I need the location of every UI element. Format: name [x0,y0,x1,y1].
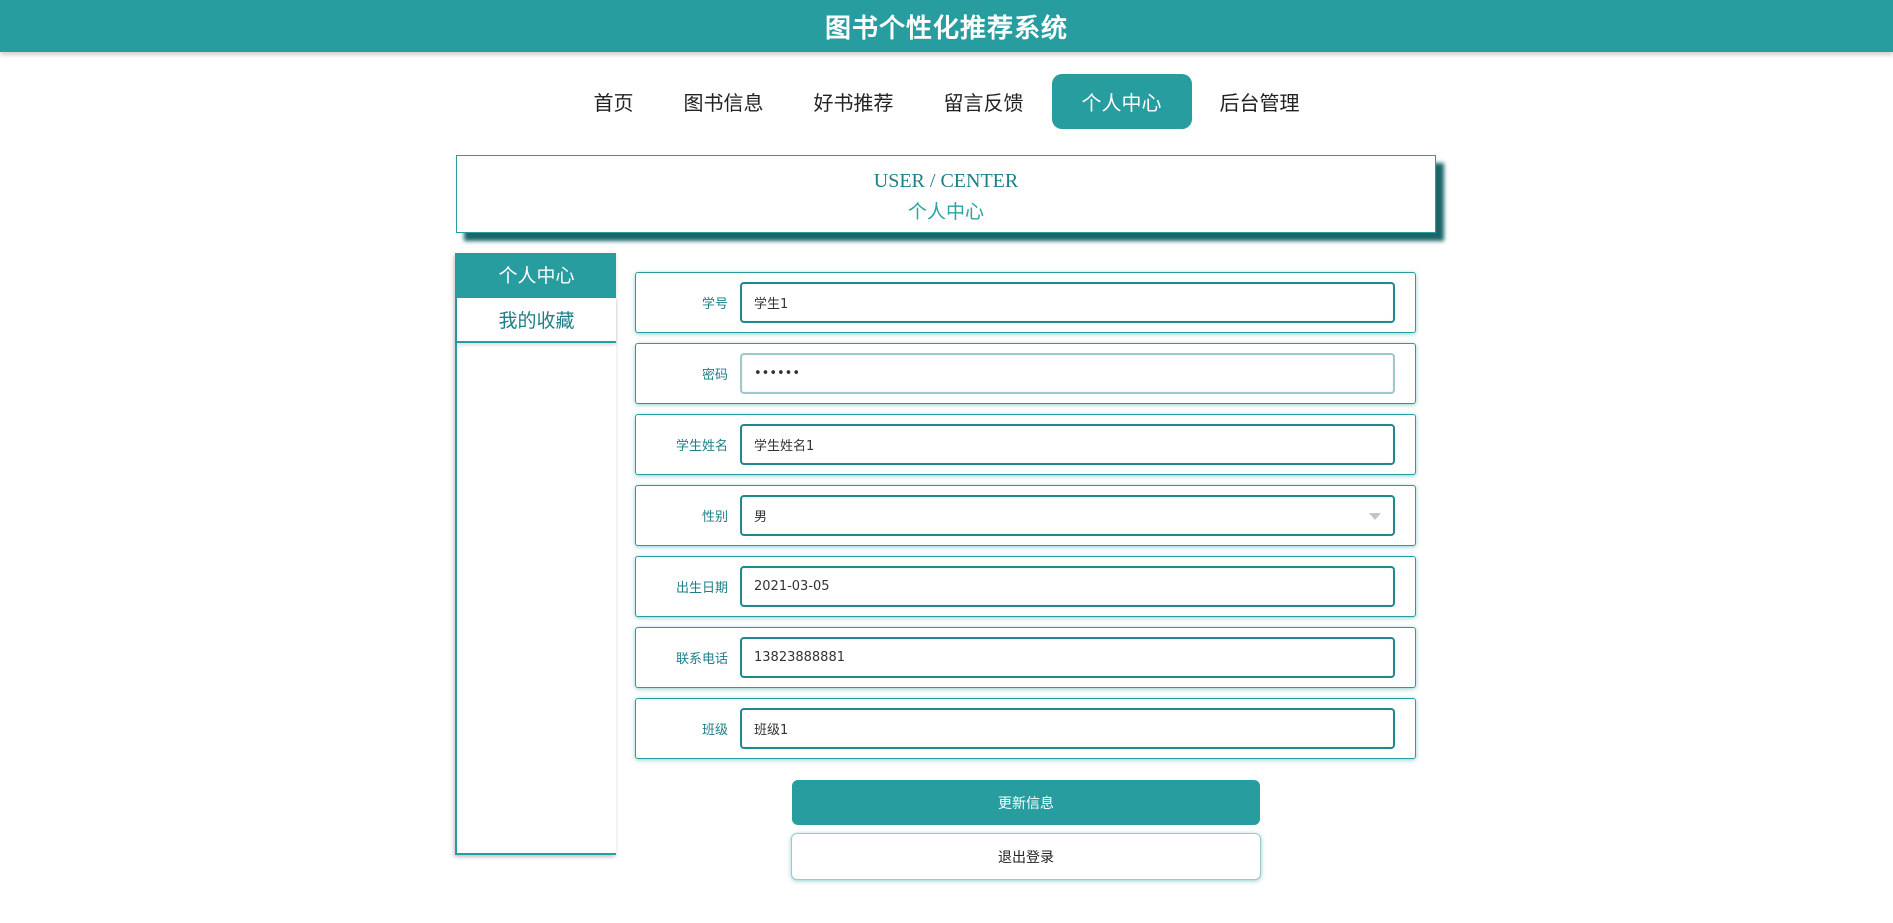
phone-input[interactable]: 13823888881 [740,637,1395,678]
site-title: 图书个性化推荐系统 [824,13,1068,44]
form-row-password: 密码 •••••• [635,343,1416,404]
nav-item-feedback[interactable]: 留言反馈 [922,74,1046,129]
student-name-input[interactable]: 学生姓名1 [740,424,1395,465]
form-row-student-name: 学生姓名 学生姓名1 [635,414,1416,475]
sidebar-item-favorites[interactable]: 我的收藏 [457,298,616,343]
birth-date-input[interactable]: 2021-03-05 [740,566,1395,607]
profile-form: 学号 学生1 密码 •••••• 学生姓名 学生姓名1 性别 男 出生日期 20… [635,272,1416,769]
chevron-down-icon [1369,513,1381,520]
class-input[interactable]: 班级1 [740,708,1395,749]
gender-select[interactable]: 男 [740,495,1395,536]
top-header-bar: 图书个性化推荐系统 [0,0,1893,52]
nav-item-admin[interactable]: 后台管理 [1198,74,1322,129]
sidebar: 个人中心 我的收藏 [455,253,616,855]
birth-date-label: 出生日期 [675,581,728,596]
form-row-phone: 联系电话 13823888881 [635,627,1416,688]
student-id-label: 学号 [701,297,728,312]
logout-button[interactable]: 退出登录 [791,833,1261,880]
banner-title-en: USER / CENTER [873,170,1019,192]
phone-label: 联系电话 [675,652,728,667]
password-input[interactable]: •••••• [740,353,1395,394]
banner-title-cn: 个人中心 [907,201,984,223]
form-row-birth-date: 出生日期 2021-03-05 [635,556,1416,617]
nav-item-user-center[interactable]: 个人中心 [1051,74,1192,129]
student-name-label: 学生姓名 [675,439,728,454]
form-row-class: 班级 班级1 [635,698,1416,759]
main-nav: 首页 图书信息 好书推荐 留言反馈 个人中心 后台管理 [0,74,1893,129]
section-banner: USER / CENTER 个人中心 [456,155,1436,233]
form-row-student-id: 学号 学生1 [635,272,1416,333]
class-label: 班级 [701,723,728,738]
password-label: 密码 [701,368,728,383]
nav-item-recommend[interactable]: 好书推荐 [792,74,916,129]
gender-select-value: 男 [754,510,768,525]
student-id-input[interactable]: 学生1 [740,282,1395,323]
form-row-gender: 性别 男 [635,485,1416,546]
nav-item-book-info[interactable]: 图书信息 [662,74,786,129]
gender-label: 性别 [701,510,728,525]
sidebar-item-user-center[interactable]: 个人中心 [457,253,616,298]
update-info-button[interactable]: 更新信息 [792,780,1260,825]
nav-item-home[interactable]: 首页 [572,74,656,129]
